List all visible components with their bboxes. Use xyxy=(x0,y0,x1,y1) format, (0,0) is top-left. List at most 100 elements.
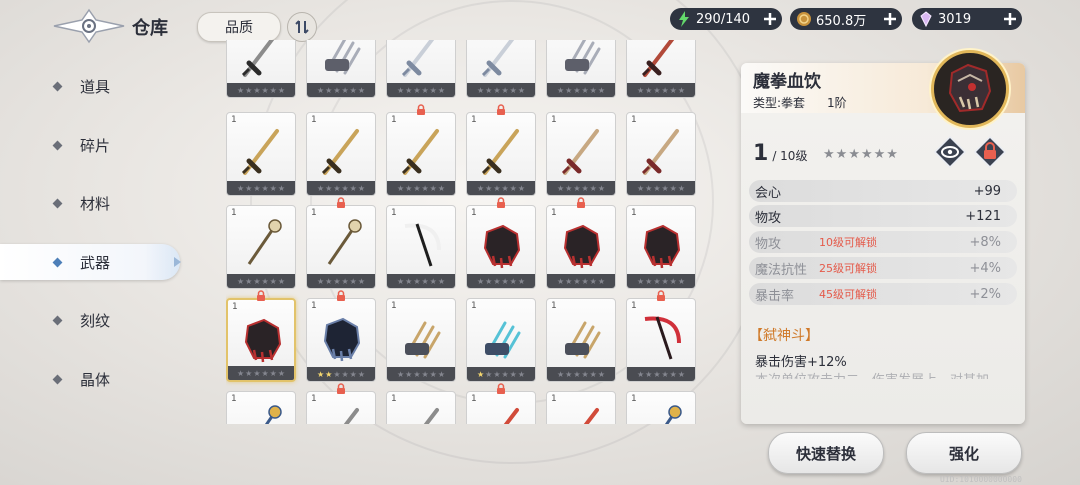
star-icon: ★ xyxy=(396,276,405,286)
star-icon: ★ xyxy=(429,183,437,193)
lock-toggle-button[interactable] xyxy=(973,135,1007,169)
weapon-card[interactable]: 1 ★★★★★★ xyxy=(386,205,456,289)
sidebar-item-engravings[interactable]: 刻纹 xyxy=(0,302,180,338)
lock-icon xyxy=(497,197,505,208)
sidebar-item-items[interactable]: 道具 xyxy=(0,68,180,104)
unlock-requirement: 25级可解锁 xyxy=(819,262,877,275)
star-icon: ★ xyxy=(645,369,653,379)
star-icon: ★ xyxy=(413,276,421,286)
weapon-card[interactable]: 1 ★★★★★★ xyxy=(226,391,296,424)
star-icon: ★ xyxy=(277,85,286,95)
weapon-card[interactable]: 1 ★★★★★★ xyxy=(466,40,536,98)
star-icon: ★ xyxy=(476,276,485,286)
star-icon: ★ xyxy=(316,276,325,286)
sidebar-item-fragments[interactable]: 碎片 xyxy=(0,127,180,163)
star-icon: ★ xyxy=(253,276,261,286)
stat-name: 魔法抗性 xyxy=(755,262,808,278)
add-gold-button[interactable] xyxy=(880,9,900,29)
weapon-card[interactable]: 1 ★★★★★★ xyxy=(386,40,456,98)
card-stars: ★ ★ ★ ★ ★ ★ xyxy=(547,181,615,195)
add-stamina-button[interactable] xyxy=(760,9,780,29)
card-stars: ★ ★ ★ ★ ★ ★ xyxy=(387,83,455,97)
weapon-card[interactable]: 1 ★★★★★★ xyxy=(386,391,456,424)
star-icon: ★ xyxy=(653,369,661,379)
weapon-card[interactable]: 1 ★★★★★★ xyxy=(546,112,616,196)
diamond-icon xyxy=(52,140,63,150)
add-gem-button[interactable] xyxy=(1000,9,1020,29)
weapon-card[interactable]: 1 ★★★★★★ xyxy=(306,112,376,196)
preview-eye-button[interactable] xyxy=(933,135,967,169)
sidebar-item-crystals[interactable]: 晶体 xyxy=(0,361,180,397)
star-icon: ★ xyxy=(581,276,589,286)
lock-icon xyxy=(337,290,345,301)
weapon-grid[interactable]: 1 ★★★★★★1 ★★★★★★1 ★★★★★★1 ★★★★★★1 ★★★★★★… xyxy=(226,40,698,424)
quick-replace-button[interactable]: 快速替换 xyxy=(768,432,884,474)
sword-icon xyxy=(395,402,449,424)
quality-sort-button[interactable]: 品质 xyxy=(197,12,281,42)
star-icon: ★ xyxy=(886,147,898,162)
lock-icon xyxy=(257,290,265,301)
star-icon: ★ xyxy=(476,369,485,379)
scepter-icon xyxy=(235,216,289,272)
weapon-card[interactable]: 1 ★★★★★★ xyxy=(226,112,296,196)
star-icon: ★ xyxy=(316,183,325,193)
gauntlet-icon xyxy=(635,216,689,272)
star-icon: ★ xyxy=(669,183,677,193)
star-icon: ★ xyxy=(245,368,253,378)
weapon-card[interactable]: 1 ★★★★★★ xyxy=(306,40,376,98)
weapon-card[interactable]: 1 ★★★★★★ xyxy=(306,391,376,424)
staff-icon xyxy=(635,402,689,424)
star-icon: ★ xyxy=(253,368,261,378)
stat-value: +2% xyxy=(969,286,1001,302)
star-icon: ★ xyxy=(277,276,286,286)
star-icon: ★ xyxy=(565,183,573,193)
star-icon: ★ xyxy=(437,183,446,193)
weapon-portrait xyxy=(931,50,1009,128)
scepter-icon xyxy=(315,216,369,272)
weapon-card[interactable]: 1 ★★★★★★ xyxy=(546,205,616,289)
weapon-card[interactable]: 1 ★★★★★★ xyxy=(626,298,696,382)
star-icon: ★ xyxy=(661,85,669,95)
claw-gold-icon xyxy=(555,309,609,365)
sort-order-button[interactable] xyxy=(287,12,317,42)
sidebar-item-weapons[interactable]: 武器 xyxy=(0,244,180,280)
star-icon: ★ xyxy=(661,183,669,193)
weapon-card[interactable]: 1 ★★★★★★ xyxy=(466,298,536,382)
weapon-card[interactable]: 1 ★★★★★★ xyxy=(546,391,616,424)
sidebar-item-materials[interactable]: 材料 xyxy=(0,185,180,221)
star-icon: ★ xyxy=(245,276,253,286)
weapon-card[interactable]: 1 ★★★★★★ xyxy=(306,298,376,382)
current-level: 1 xyxy=(753,141,769,166)
weapon-card[interactable]: 1 ★★★★★★ xyxy=(626,112,696,196)
weapon-card[interactable]: 1 ★★★★★★ xyxy=(546,40,616,98)
enhance-button[interactable]: 强化 xyxy=(906,432,1022,474)
weapon-card[interactable]: 1 ★★★★★★ xyxy=(466,205,536,289)
star-icon: ★ xyxy=(501,85,509,95)
gold-value: 650.8万 xyxy=(816,13,867,29)
weapon-card[interactable]: 1 ★★★★★★ xyxy=(306,205,376,289)
star-icon: ★ xyxy=(517,369,526,379)
weapon-card[interactable]: 1 ★★★★★★ xyxy=(386,112,456,196)
weapon-card[interactable]: 1 ★★★★★★ xyxy=(546,298,616,382)
weapon-card[interactable]: 1 ★★★★★★ xyxy=(386,298,456,382)
star-icon: ★ xyxy=(835,147,848,162)
weapon-card[interactable]: 1 ★★★★★★ xyxy=(466,112,536,196)
weapon-card[interactable]: 1 ★★★★★★ xyxy=(626,391,696,424)
star-icon: ★ xyxy=(437,85,446,95)
star-icon: ★ xyxy=(669,276,677,286)
weapon-card[interactable]: 1 ★★★★★★ xyxy=(226,205,296,289)
star-icon: ★ xyxy=(597,276,606,286)
star-icon: ★ xyxy=(413,85,421,95)
star-icon: ★ xyxy=(485,369,493,379)
weapon-card[interactable]: 1 ★★★★★★ xyxy=(466,391,536,424)
weapon-card[interactable]: 1 ★★★★★★ xyxy=(226,298,296,382)
star-icon: ★ xyxy=(357,85,366,95)
gold-sword-icon xyxy=(235,123,289,179)
weapon-card[interactable]: 1 ★★★★★★ xyxy=(626,40,696,98)
weapon-card[interactable]: 1 ★★★★★★ xyxy=(226,40,296,98)
star-icon: ★ xyxy=(661,276,669,286)
star-icon: ★ xyxy=(573,85,581,95)
star-icon: ★ xyxy=(349,85,357,95)
red-spear-icon xyxy=(555,123,609,179)
weapon-card[interactable]: 1 ★★★★★★ xyxy=(626,205,696,289)
